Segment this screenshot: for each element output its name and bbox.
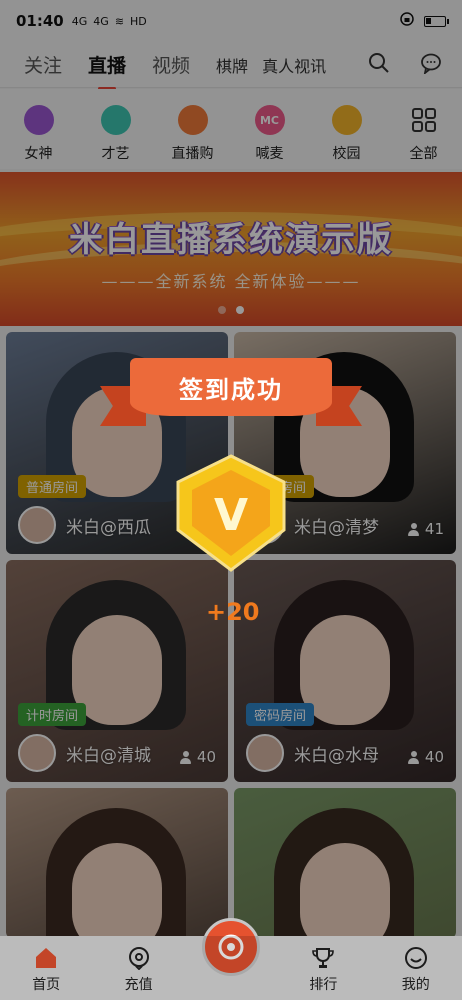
checkin-ribbon: 签到成功	[100, 352, 362, 432]
checkin-title: 签到成功	[130, 358, 332, 416]
badge-letter: V	[214, 490, 248, 541]
vip-badge-icon: V	[172, 452, 290, 574]
checkin-points: +20	[206, 598, 260, 626]
